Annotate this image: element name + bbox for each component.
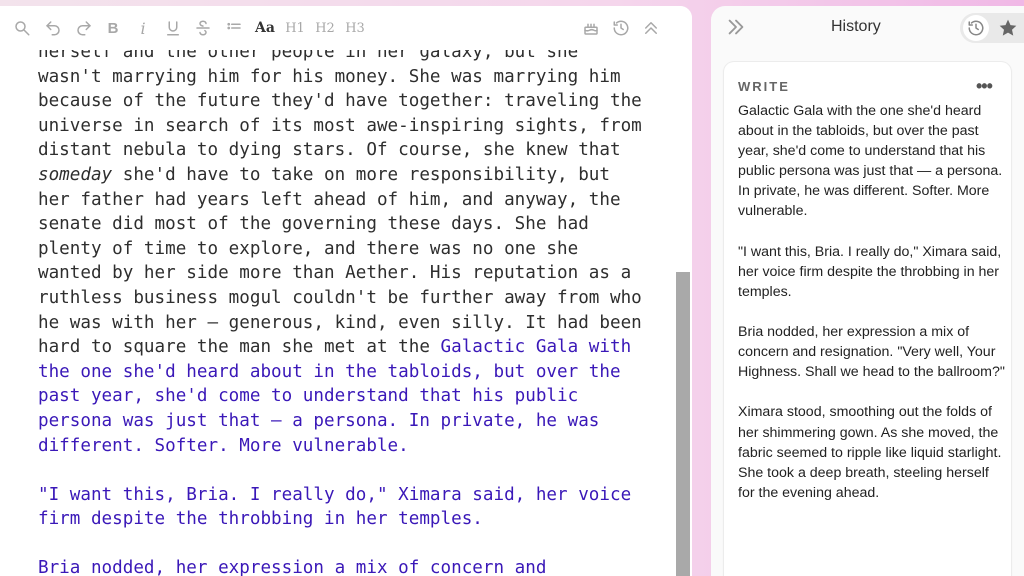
paragraph-text: herself and the other people in her gala… bbox=[38, 42, 653, 161]
document-body[interactable]: herself and the other people in her gala… bbox=[38, 40, 648, 576]
scrollbar-thumb[interactable] bbox=[676, 272, 690, 576]
undo-icon[interactable] bbox=[43, 16, 63, 40]
paragraph: Bria nodded, her expression a mix of con… bbox=[38, 558, 547, 576]
heading3-label: H3 bbox=[345, 20, 365, 36]
history-icon[interactable] bbox=[610, 16, 632, 40]
list-icon[interactable] bbox=[224, 16, 244, 40]
bold-button[interactable]: B bbox=[104, 16, 122, 40]
strikethrough-icon[interactable] bbox=[193, 16, 213, 40]
editor-toolbar: B i Aa H1 H2 H3 bbox=[0, 6, 692, 50]
favorites-tab-button[interactable] bbox=[998, 18, 1018, 38]
bold-label: B bbox=[107, 19, 119, 37]
redo-icon[interactable] bbox=[74, 16, 94, 40]
font-style-label: Aa bbox=[255, 20, 275, 36]
card-paragraph: Ximara stood, smoothing out the folds of… bbox=[738, 404, 1002, 501]
panel-title: History bbox=[831, 18, 881, 35]
card-label: WRITE bbox=[738, 79, 790, 94]
heading2-label: H2 bbox=[315, 20, 335, 36]
card-paragraph: Bria nodded, her expression a mix of con… bbox=[738, 324, 1005, 381]
paragraph-text: she'd have to take on more responsibilit… bbox=[38, 164, 653, 358]
emphasis-text: someday bbox=[38, 164, 113, 185]
card-content: Galactic Gala with the one she'd heard a… bbox=[738, 101, 1006, 523]
history-tab-button[interactable] bbox=[963, 15, 989, 41]
card-paragraph: "I want this, Bria. I really do," Ximara… bbox=[738, 243, 1002, 300]
paragraph: herself and the other people in her gala… bbox=[38, 40, 648, 458]
double-chevron-up-icon[interactable] bbox=[640, 16, 662, 40]
cake-icon[interactable] bbox=[580, 16, 602, 40]
italic-label: i bbox=[140, 18, 146, 38]
history-header: History bbox=[711, 6, 1024, 50]
editor-panel: B i Aa H1 H2 H3 herself and the other pe… bbox=[0, 6, 692, 576]
card-paragraph: Galactic Gala with the one she'd heard a… bbox=[738, 103, 1003, 220]
star-icon bbox=[999, 19, 1017, 36]
panel-tab-toggle bbox=[960, 13, 1024, 43]
heading3-button[interactable]: H3 bbox=[344, 16, 366, 40]
font-style-button[interactable]: Aa bbox=[254, 16, 276, 40]
underline-icon[interactable] bbox=[163, 16, 183, 40]
history-panel: History WRITE ••• Galactic Gala with the… bbox=[711, 6, 1024, 576]
paragraph: "I want this, Bria. I really do," Ximara… bbox=[38, 484, 642, 530]
heading1-button[interactable]: H1 bbox=[284, 16, 306, 40]
italic-button[interactable]: i bbox=[134, 16, 152, 40]
collapse-panel-button[interactable] bbox=[725, 16, 753, 40]
heading1-label: H1 bbox=[285, 20, 305, 36]
heading2-button[interactable]: H2 bbox=[314, 16, 336, 40]
history-icon bbox=[968, 20, 984, 36]
search-icon[interactable] bbox=[12, 16, 32, 40]
double-chevron-right-icon bbox=[728, 19, 744, 35]
card-menu-button[interactable]: ••• bbox=[976, 76, 993, 97]
